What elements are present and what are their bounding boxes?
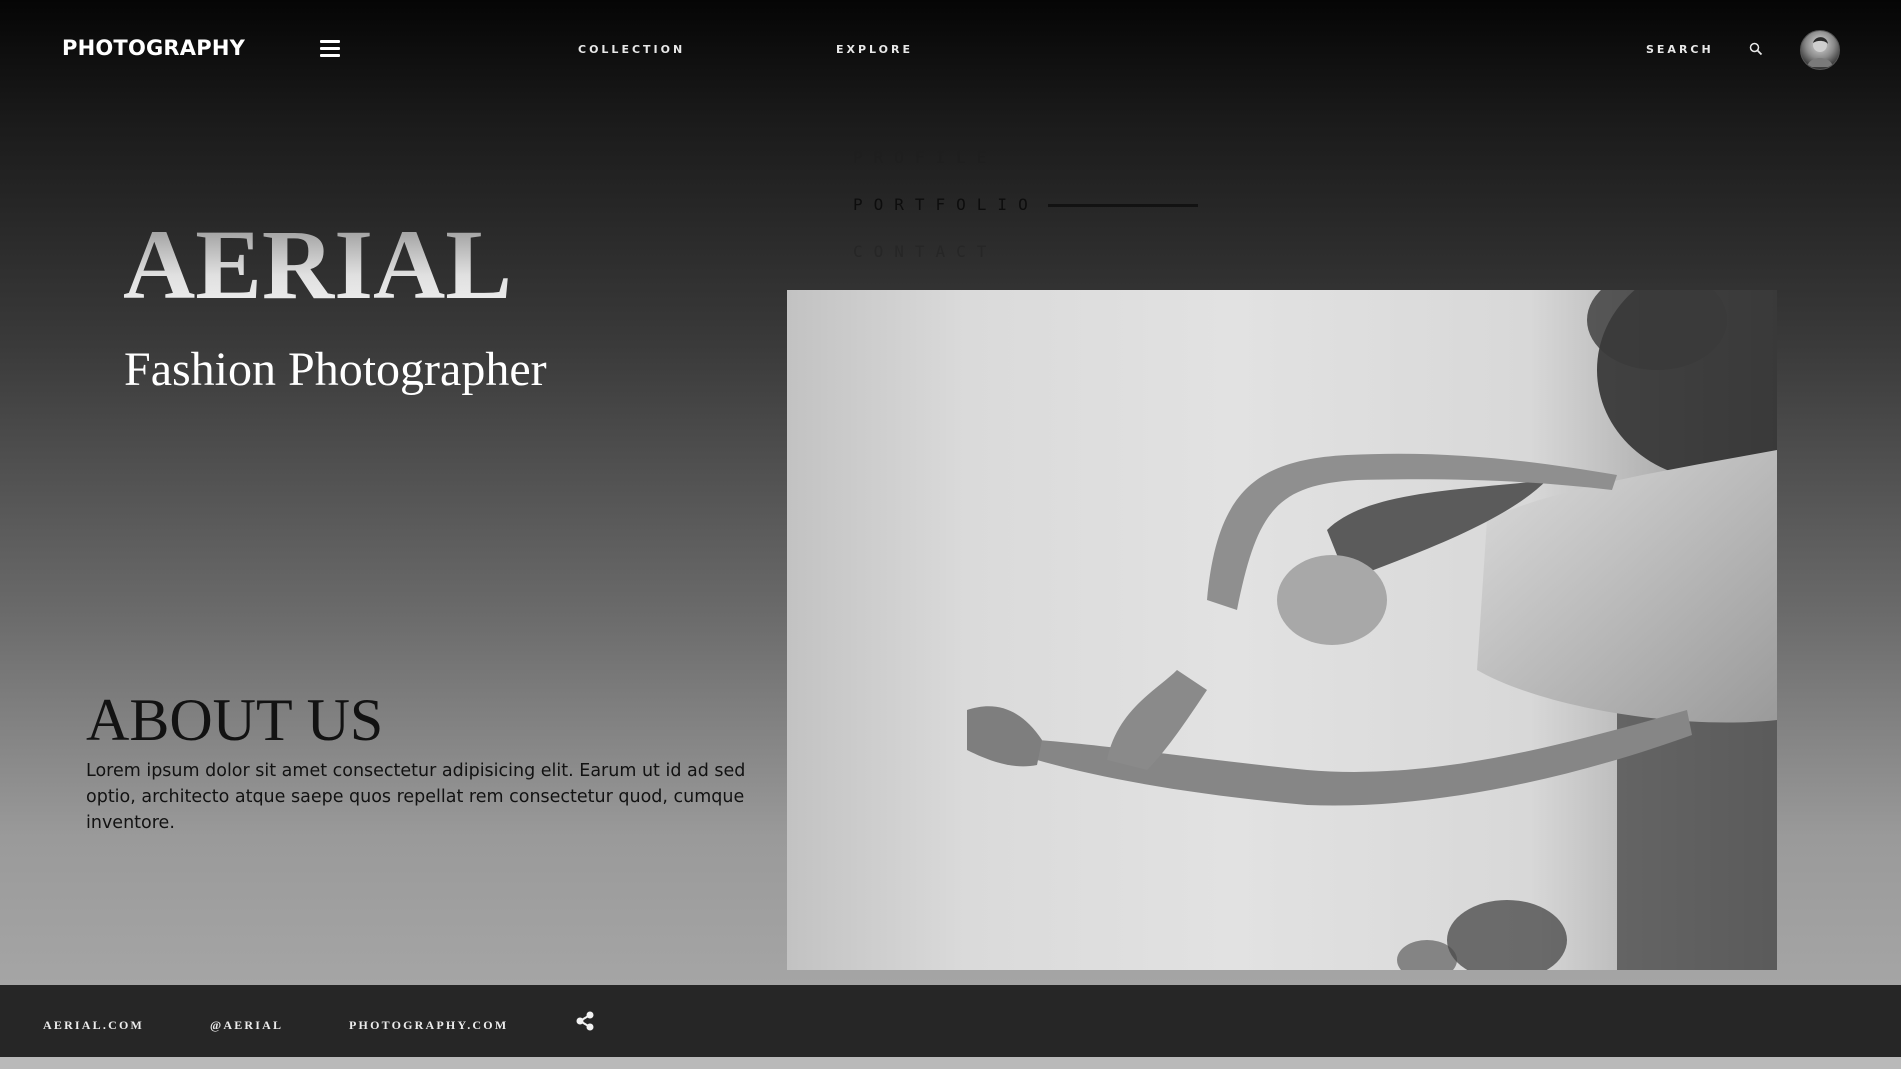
- footer-strip: [0, 1057, 1901, 1069]
- hero-photo: [787, 290, 1777, 970]
- footer-link-aerial-handle[interactable]: @AERIAL: [210, 1018, 283, 1033]
- hero-subtitle: Fashion Photographer: [124, 343, 547, 396]
- site-logo[interactable]: PHOTOGRAPHY: [62, 36, 245, 60]
- search-icon[interactable]: [1749, 42, 1763, 56]
- footer-link-photography-com[interactable]: PHOTOGRAPHY.COM: [349, 1018, 508, 1033]
- active-indicator: [1048, 204, 1198, 207]
- about-text: Lorem ipsum dolor sit amet consectetur a…: [86, 761, 746, 833]
- side-menu-portfolio[interactable]: PORTFOLIO: [853, 195, 1039, 214]
- search-link[interactable]: SEARCH: [1646, 43, 1714, 56]
- nav-collection[interactable]: COLLECTION: [578, 43, 685, 56]
- nav-explore[interactable]: EXPLORE: [836, 43, 913, 56]
- footer: [0, 985, 1901, 1057]
- page: PHOTOGRAPHY COLLECTION EXPLORE SEARCH PR…: [0, 0, 1901, 1069]
- hamburger-menu-icon[interactable]: [320, 40, 340, 58]
- share-icon[interactable]: [574, 1010, 596, 1032]
- footer-link-aerial-com[interactable]: AERIAL.COM: [43, 1018, 144, 1033]
- avatar[interactable]: [1800, 30, 1840, 70]
- side-menu-profile[interactable]: PROFILE: [853, 148, 997, 167]
- side-menu-contact[interactable]: CONTACT: [853, 242, 997, 261]
- about-title: ABOUT US: [86, 687, 384, 753]
- hero-title: AERIAL: [123, 209, 512, 320]
